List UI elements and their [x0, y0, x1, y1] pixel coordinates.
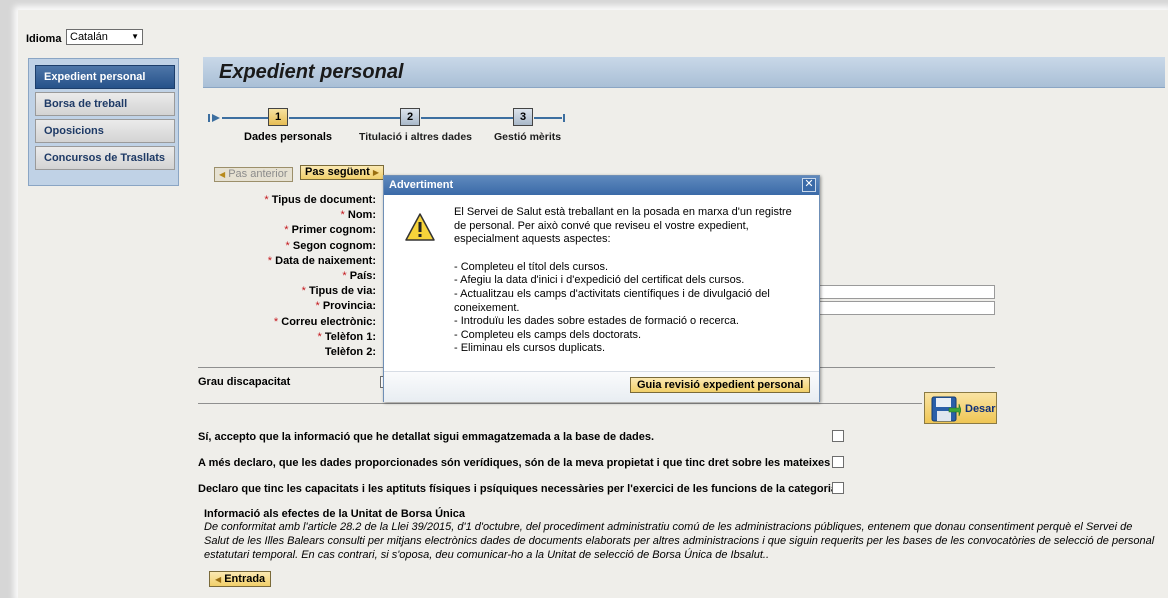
prev-step-label: Pas anterior: [228, 168, 288, 180]
step-1-box[interactable]: 1: [268, 108, 288, 126]
dialog-header: Advertiment ✕: [384, 176, 819, 195]
language-label: Idioma: [26, 33, 62, 45]
field-data-naixement: * Data de naixement:: [267, 254, 376, 267]
next-step-button[interactable]: Pas següent ▶: [300, 165, 385, 180]
field-tipus-document: * Tipus de document:: [264, 194, 376, 206]
sidebar-item-concursos-de-trasllats[interactable]: Concursos de Trasllats: [35, 146, 175, 170]
step-2-box[interactable]: 2: [400, 108, 420, 126]
steps-start-icon: [208, 113, 222, 123]
sidebar-item-borsa-de-treball[interactable]: Borsa de treball: [35, 92, 175, 116]
review-guide-button[interactable]: Guia revisió expedient personal: [630, 377, 811, 393]
sidebar-item-oposicions[interactable]: Oposicions: [35, 119, 175, 143]
step-2-label: Titulació i altres dades: [359, 131, 473, 143]
consent-veracity-checkbox[interactable]: [832, 456, 844, 468]
field-telefon-2: Telèfon 2:: [324, 345, 376, 358]
field-correu-electronic: * Correu electrònic:: [273, 315, 376, 328]
dialog-item: - Afegiu la data d'inici i d'expedició d…: [454, 274, 745, 287]
tipus-via-input[interactable]: [815, 285, 995, 299]
prev-step-button[interactable]: ◀ Pas anterior: [214, 167, 293, 182]
close-icon[interactable]: ✕: [802, 178, 816, 192]
triangle-left-icon: ◀: [219, 170, 226, 179]
disability-label: Grau discapacitat: [198, 376, 291, 388]
consent-capacity-checkbox[interactable]: [832, 482, 844, 494]
info-text: De conformitat amb l'article 28.2 de la …: [204, 521, 1155, 561]
consent-store-text: Sí, accepto que la informació que he det…: [198, 431, 655, 443]
page: Idioma Catalán ▼ Expedient personal Bors…: [18, 10, 1168, 598]
warning-dialog: Advertiment ✕ El Servei de Salut està tr…: [383, 175, 820, 402]
personal-data-form: * Tipus de document: * Nom: * Primer cog…: [186, 194, 376, 361]
field-segon-cognom: * Segon cognom:: [285, 239, 376, 252]
separator: [198, 403, 922, 404]
step-3-box[interactable]: 3: [513, 108, 533, 126]
provincia-input[interactable]: [815, 301, 995, 315]
sidebar: Expedient personal Borsa de treball Opos…: [28, 58, 179, 186]
field-primer-cognom: * Primer cognom:: [284, 224, 376, 237]
next-step-label: Pas següent: [305, 166, 370, 178]
field-telefon-1: * Telèfon 1:: [317, 330, 376, 343]
warning-icon: [405, 213, 435, 241]
entrada-label: Entrada: [224, 573, 266, 585]
dialog-intro: El Servei de Salut està treballant en la…: [454, 206, 792, 246]
save-disk-icon: [931, 396, 961, 422]
steps-end-icon: [560, 113, 566, 123]
dialog-item: - Actualitzau els camps d'activitats cie…: [454, 287, 770, 314]
dialog-item: - Introduïu les dades sobre estades de f…: [454, 315, 739, 328]
dialog-item: - Eliminau els cursos duplicats.: [454, 342, 606, 355]
field-nom: * Nom:: [340, 209, 376, 222]
steps-connector: [534, 117, 562, 119]
field-pais: * País:: [342, 269, 376, 282]
chevron-down-icon: ▼: [131, 32, 139, 41]
field-provincia: * Provincia:: [315, 300, 376, 313]
steps-connector: [222, 117, 268, 119]
language-selected-value: Catalán: [70, 31, 108, 43]
consent-store-checkbox[interactable]: [832, 430, 844, 442]
dialog-title: Advertiment: [389, 179, 454, 191]
steps-connector: [289, 117, 400, 119]
language-select[interactable]: Catalán ▼: [66, 29, 143, 45]
field-tipus-via: * Tipus de via:: [301, 285, 376, 298]
save-button[interactable]: Desar: [924, 392, 997, 424]
info-title: Informació als efectes de la Unitat de B…: [204, 508, 466, 520]
page-title: Expedient personal: [219, 61, 404, 83]
page-header: Expedient personal: [203, 57, 1165, 88]
triangle-right-icon: ▶: [372, 168, 380, 177]
consent-capacity-text: Declaro que tinc les capacitats i les ap…: [198, 483, 838, 495]
steps-connector: [421, 117, 513, 119]
entrada-button[interactable]: ◀ Entrada: [209, 571, 272, 587]
step-3-label: Gestió mèrits: [494, 131, 562, 143]
triangle-left-icon: ◀: [215, 575, 222, 584]
dialog-item: - Completeu els camps dels doctorats.: [454, 328, 642, 341]
sidebar-item-expedient-personal[interactable]: Expedient personal: [35, 65, 175, 89]
dialog-body: El Servei de Salut està treballant en la…: [384, 195, 819, 380]
step-1-label: Dades personals: [244, 131, 333, 143]
dialog-message: El Servei de Salut està treballant en la…: [454, 206, 804, 356]
dialog-footer: Guia revisió expedient personal: [384, 371, 819, 402]
consent-veracity-text: A més declaro, que les dades proporciona…: [198, 457, 831, 469]
dialog-item: - Completeu el títol dels cursos.: [454, 260, 609, 273]
save-label: Desar: [965, 403, 996, 415]
